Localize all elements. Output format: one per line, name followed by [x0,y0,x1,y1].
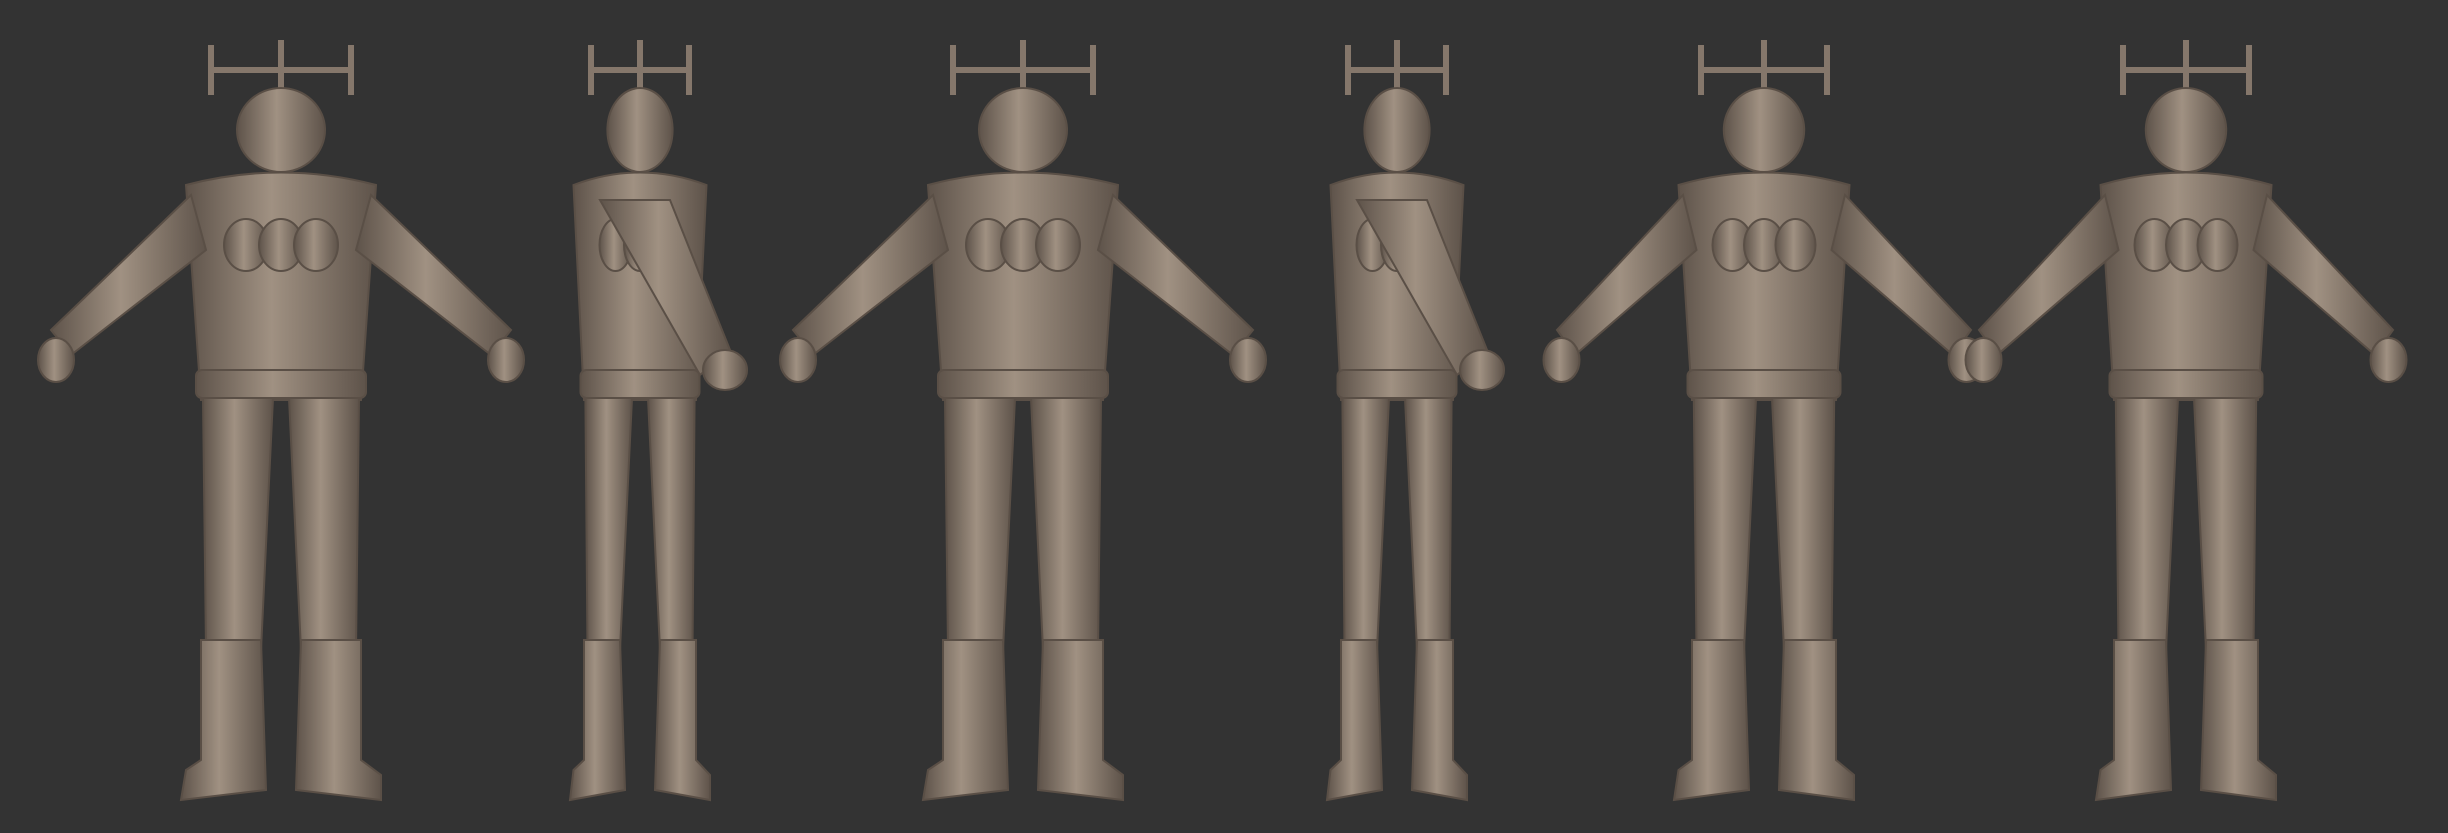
right-hand [2369,337,2408,383]
right-arm [1830,192,1973,357]
figure-three-quarter-back [1964,40,2408,802]
skull-ornament [1774,218,1817,272]
left-leg [1341,397,1391,651]
right-leg [2192,397,2258,651]
left-boot [1672,639,1751,802]
skull-ornament [1035,218,1081,272]
right-boot [653,639,711,802]
left-boot [2094,639,2173,802]
torso [926,171,1120,401]
right-leg [1770,397,1836,651]
figure-front [37,40,525,802]
torso [2099,171,2273,401]
head [606,87,674,173]
belt [1686,369,1842,399]
left-arm [1977,192,2120,357]
left-leg [201,397,275,651]
head [1363,87,1431,173]
right-leg [646,397,696,651]
figure-side-right [1325,40,1505,802]
left-leg [943,397,1017,651]
head [236,87,326,173]
right-boot [1410,639,1468,802]
left-boot [568,639,627,802]
left-arm [1555,192,1698,357]
right-hand [1229,337,1267,383]
head [978,87,1068,173]
right-leg [1029,397,1103,651]
left-hand [37,337,75,383]
hand [1459,349,1505,391]
turnaround-render [37,40,2408,802]
right-hand [487,337,525,383]
left-boot [1325,639,1384,802]
head [1722,87,1806,173]
belt [579,369,701,399]
left-hand [1964,337,2003,383]
left-boot [921,639,1010,802]
right-boot [2199,639,2277,802]
skull-ornament [2196,218,2239,272]
belt [937,369,1109,399]
torso [184,171,378,401]
left-arm [49,193,208,357]
belt [2108,369,2264,399]
right-arm [1096,193,1255,357]
head [2144,87,2228,173]
left-hand [779,337,817,383]
figure-side-left [568,40,748,802]
left-leg [1692,397,1758,651]
left-leg [584,397,634,651]
figure-back [779,40,1267,802]
left-arm [791,193,950,357]
skull-ornament [293,218,339,272]
left-boot [179,639,268,802]
figure-three-quarter-front [1542,40,1986,802]
right-leg [287,397,361,651]
right-boot [294,639,382,802]
hand [702,349,748,391]
right-leg [1403,397,1453,651]
left-leg [2114,397,2180,651]
belt [1336,369,1458,399]
right-boot [1036,639,1124,802]
torso [1677,171,1851,401]
right-boot [1777,639,1855,802]
belt [195,369,367,399]
left-hand [1542,337,1581,383]
right-arm [354,193,513,357]
right-arm [2252,192,2395,357]
